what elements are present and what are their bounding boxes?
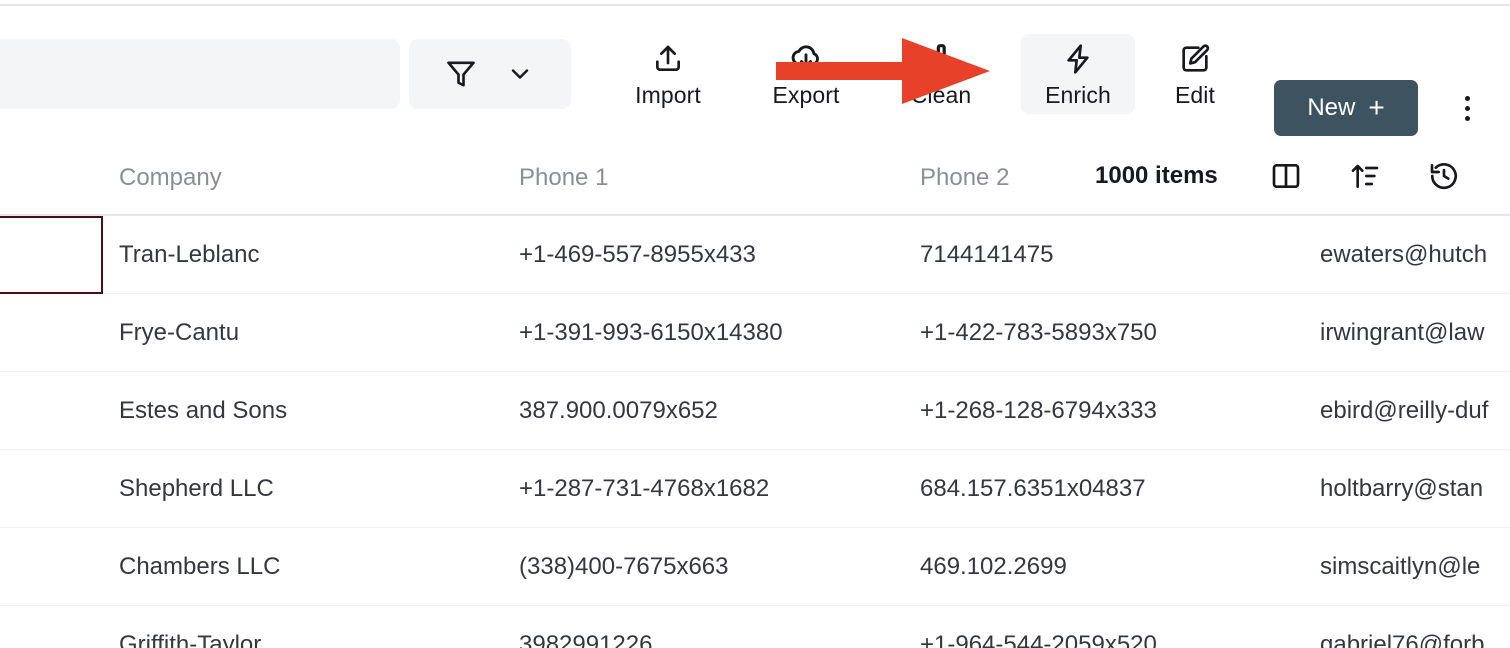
cell-email[interactable]: holtbarry@stan	[1320, 475, 1483, 503]
table-row[interactable]: Chambers LLC (338)400-7675x663 469.102.269…	[0, 528, 1510, 606]
data-table: Company Phone 1 Phone 2 1000 items	[0, 138, 1510, 648]
items-count-label: 1000 items	[1095, 162, 1218, 190]
table-row[interactable]: Estes and Sons 387.900.0079x652 +1-268-128…	[0, 372, 1510, 450]
cell-phone-1[interactable]: +1-391-993-6150x14380	[519, 319, 783, 347]
table-header-tools	[1270, 160, 1460, 192]
cell-company[interactable]: Chambers LLC	[119, 553, 280, 581]
cell-phone-2[interactable]: 7144141475	[920, 241, 1053, 269]
cell-email[interactable]: gabriel76@forb	[1320, 631, 1484, 648]
column-header-company[interactable]: Company	[119, 164, 222, 192]
search-input[interactable]	[0, 39, 400, 109]
cell-email[interactable]: irwingrant@law	[1320, 319, 1484, 347]
export-button[interactable]: Export	[759, 34, 853, 114]
plus-icon: +	[1368, 94, 1384, 122]
cell-phone-2[interactable]: +1-964-544-2059x520	[920, 631, 1157, 648]
cell-phone-1[interactable]: (338)400-7675x663	[519, 553, 729, 581]
cell-phone-2[interactable]: 469.102.2699	[920, 553, 1067, 581]
top-divider	[0, 4, 1510, 6]
new-button-label: New	[1307, 94, 1355, 122]
edit-label: Edit	[1175, 81, 1215, 109]
toolbar: Import Export Clean	[0, 34, 1510, 114]
cell-phone-2[interactable]: +1-268-128-6794x333	[920, 397, 1157, 425]
kebab-menu-icon[interactable]	[1452, 86, 1482, 130]
funnel-icon	[446, 59, 476, 89]
table-header-row: Company Phone 1 Phone 2 1000 items	[0, 138, 1510, 216]
pencil-square-icon	[1179, 42, 1211, 76]
new-button[interactable]: New +	[1274, 80, 1418, 136]
chevron-down-icon	[506, 60, 534, 88]
table-body: Tran-Leblanc +1-469-557-8955x433 714414147…	[0, 216, 1510, 648]
cell-company[interactable]: Frye-Cantu	[119, 319, 239, 347]
kebab-dot	[1465, 106, 1470, 111]
sort-ascending-icon[interactable]	[1349, 160, 1381, 192]
cell-phone-2[interactable]: +1-422-783-5893x750	[920, 319, 1157, 347]
table-row[interactable]: Shepherd LLC +1-287-731-4768x1682 684.157.…	[0, 450, 1510, 528]
columns-panel-icon[interactable]	[1270, 160, 1302, 192]
import-label: Import	[635, 81, 701, 109]
cell-phone-1[interactable]: 3982991226	[519, 631, 652, 648]
enrich-button[interactable]: Enrich	[1021, 34, 1135, 114]
cell-email[interactable]: ebird@reilly-duf	[1320, 397, 1488, 425]
clean-label: Clean	[911, 81, 972, 109]
cell-email[interactable]: simscaitlyn@le	[1320, 553, 1480, 581]
selected-cell[interactable]	[0, 216, 103, 294]
history-clock-icon[interactable]	[1428, 160, 1460, 192]
lightning-bolt-icon	[1062, 42, 1094, 76]
cell-company[interactable]: Griffith-Taylor	[119, 631, 261, 648]
cell-email[interactable]: ewaters@hutch	[1320, 241, 1487, 269]
spray-clean-icon	[925, 42, 957, 76]
app-root: Import Export Clean	[0, 0, 1510, 648]
cell-phone-2[interactable]: 684.157.6351x04837	[920, 475, 1146, 503]
clean-button[interactable]: Clean	[894, 34, 988, 114]
upload-icon	[652, 42, 684, 76]
enrich-label: Enrich	[1045, 81, 1111, 109]
table-row[interactable]: Griffith-Taylor 3982991226 +1-964-544-2059…	[0, 606, 1510, 648]
edit-button[interactable]: Edit	[1148, 34, 1242, 114]
column-header-phone-2[interactable]: Phone 2	[920, 164, 1009, 192]
cell-phone-1[interactable]: +1-287-731-4768x1682	[519, 475, 769, 503]
kebab-dot	[1465, 116, 1470, 121]
filter-button[interactable]	[409, 39, 571, 109]
cell-company[interactable]: Estes and Sons	[119, 397, 287, 425]
cloud-download-icon	[789, 42, 823, 76]
kebab-dot	[1465, 96, 1470, 101]
cell-phone-1[interactable]: +1-469-557-8955x433	[519, 241, 756, 269]
table-row[interactable]: Frye-Cantu +1-391-993-6150x14380 +1-422-78…	[0, 294, 1510, 372]
cell-company[interactable]: Tran-Leblanc	[119, 241, 260, 269]
export-label: Export	[772, 81, 839, 109]
import-button[interactable]: Import	[621, 34, 715, 114]
cell-company[interactable]: Shepherd LLC	[119, 475, 274, 503]
table-row[interactable]: Tran-Leblanc +1-469-557-8955x433 714414147…	[0, 216, 1510, 294]
cell-phone-1[interactable]: 387.900.0079x652	[519, 397, 718, 425]
column-header-phone-1[interactable]: Phone 1	[519, 164, 608, 192]
